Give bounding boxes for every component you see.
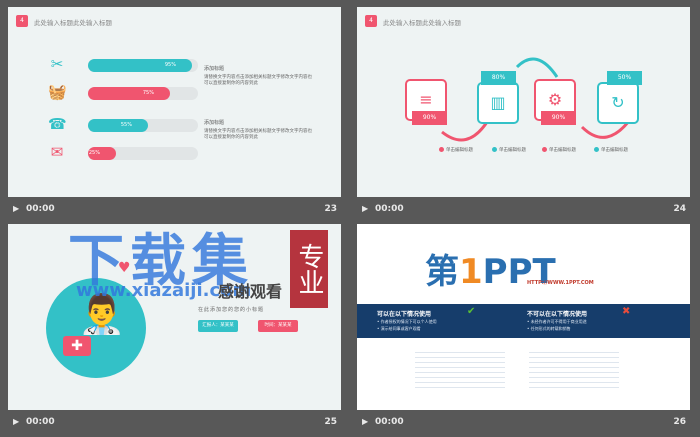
logo-prefix: 第 bbox=[425, 252, 459, 292]
play-icon[interactable]: ▶ bbox=[13, 417, 19, 426]
progress-bar: 75% bbox=[88, 87, 198, 100]
slide-number: 25 bbox=[324, 417, 337, 427]
can-line: • 演示给同事或客户观看 bbox=[377, 326, 421, 331]
slide-subtitle: 在此添加您的您的小标题 bbox=[198, 307, 265, 313]
slide-canvas: 第1PPT HTTP://WWW.1PPT.COM 可以在以下情况使用 ✔ • … bbox=[357, 224, 690, 410]
thanks-heading: 感谢观看 bbox=[218, 282, 283, 301]
can-line: • 作者授权的情况下可以个人使用 bbox=[377, 319, 437, 324]
link-list-right bbox=[529, 348, 619, 388]
slide-time: 00:00 bbox=[375, 417, 404, 427]
slide-canvas: 4 此处输入标题此处输入标题 ≡ 90% ▥ 80% ⚙ 90% ↻ 50% 单… bbox=[357, 7, 690, 197]
stamp-seal: 专业 bbox=[290, 230, 328, 308]
slide-time: 00:00 bbox=[375, 204, 404, 214]
check-icon: ✔ bbox=[467, 306, 476, 317]
logo-suffix: PPT bbox=[482, 252, 556, 292]
percent-label: 50% bbox=[607, 71, 642, 85]
slide-time: 00:00 bbox=[26, 417, 55, 427]
legend-item: 单击编辑标题 bbox=[492, 147, 526, 153]
presenter-button[interactable]: 汇报人：某某某 bbox=[198, 320, 238, 332]
play-icon[interactable]: ▶ bbox=[362, 417, 368, 426]
cross-icon: ✖ bbox=[622, 306, 631, 317]
slide-title: 此处输入标题此处输入标题 bbox=[34, 19, 112, 27]
logo-one: 1 bbox=[459, 252, 483, 292]
cannot-line: • 任何形式的转载和销售 bbox=[527, 326, 571, 331]
mail-heart-icon: ✉ bbox=[50, 143, 64, 161]
basket-icon: 🧺 bbox=[48, 83, 67, 101]
cannot-line: • 未经作者许可不得用于商业用途 bbox=[527, 319, 587, 324]
slide-caption: ▶ 00:00 25 bbox=[8, 410, 341, 434]
usage-panel: 可以在以下情况使用 ✔ • 作者授权的情况下可以个人使用 • 演示给同事或客户观… bbox=[357, 304, 690, 338]
slide-canvas: 👨‍⚕️ ✚ ♥ 下载集 www.xiazaiji.com 专业 感谢观看 在此… bbox=[8, 224, 341, 410]
medical-kit-icon: ✚ bbox=[63, 336, 91, 356]
block-text: 请替换文字内容点击添加相关标题文字修改文字内容也可以直接复制你的内容到此 bbox=[204, 75, 312, 86]
slide-caption: ▶ 00:00 24 bbox=[357, 197, 690, 221]
progress-bar: 95% bbox=[88, 59, 198, 72]
progress-fill: 75% bbox=[88, 87, 170, 100]
block-heading: 添加标题 bbox=[204, 66, 225, 72]
slide-number: 23 bbox=[324, 204, 337, 214]
slide-canvas: 4 此处输入标题此处输入标题 ✂ 95% 🧺 75% ☎ 55% ✉ 25% 添… bbox=[8, 7, 341, 197]
slide-caption: ▶ 00:00 26 bbox=[357, 410, 690, 434]
play-icon[interactable]: ▶ bbox=[362, 204, 368, 213]
block-heading: 添加标题 bbox=[204, 120, 225, 126]
slide-thumbnail-26[interactable]: 第1PPT HTTP://WWW.1PPT.COM 可以在以下情况使用 ✔ • … bbox=[357, 224, 690, 434]
legend-item: 单击编辑标题 bbox=[439, 147, 473, 153]
block-text: 请替换文字内容点击添加相关标题文字修改文字内容也可以直接复制你的内容到此 bbox=[204, 129, 312, 140]
can-use-title: 可以在以下情况使用 bbox=[377, 311, 432, 318]
percent-label: 90% bbox=[412, 111, 447, 125]
link-list-left bbox=[415, 348, 505, 388]
slide-thumbnail-24[interactable]: 4 此处输入标题此处输入标题 ≡ 90% ▥ 80% ⚙ 90% ↻ 50% 单… bbox=[357, 7, 690, 221]
slide-time: 00:00 bbox=[26, 204, 55, 214]
progress-bar: 25% bbox=[88, 147, 198, 160]
slide-badge: 4 bbox=[16, 15, 28, 27]
legend-item: 单击编辑标题 bbox=[594, 147, 628, 153]
slide-thumbnail-23[interactable]: 4 此处输入标题此处输入标题 ✂ 95% 🧺 75% ☎ 55% ✉ 25% 添… bbox=[8, 7, 341, 221]
progress-fill: 55% bbox=[88, 119, 148, 132]
tools-icon: ✂ bbox=[50, 55, 64, 73]
percent-label: 90% bbox=[541, 111, 576, 125]
cannot-use-title: 不可以在以下情况使用 bbox=[527, 311, 588, 318]
play-icon[interactable]: ▶ bbox=[13, 204, 19, 213]
refresh-icon: ↻ bbox=[597, 82, 639, 124]
progress-bar: 55% bbox=[88, 119, 198, 132]
progress-fill: 25% bbox=[88, 147, 116, 160]
slide-number: 26 bbox=[673, 417, 686, 427]
phone-icon: ☎ bbox=[48, 115, 67, 133]
legend-item: 单击编辑标题 bbox=[542, 147, 576, 153]
slide-thumbnail-25[interactable]: 👨‍⚕️ ✚ ♥ 下载集 www.xiazaiji.com 专业 感谢观看 在此… bbox=[8, 224, 341, 434]
logo-url: HTTP://WWW.1PPT.COM bbox=[527, 280, 594, 286]
percent-label: 80% bbox=[481, 71, 516, 85]
time-button[interactable]: 时间：某某某 bbox=[258, 320, 298, 332]
progress-fill: 95% bbox=[88, 59, 192, 72]
bar-chart-icon: ▥ bbox=[477, 82, 519, 124]
slide-caption: ▶ 00:00 23 bbox=[8, 197, 341, 221]
slide-number: 24 bbox=[673, 204, 686, 214]
